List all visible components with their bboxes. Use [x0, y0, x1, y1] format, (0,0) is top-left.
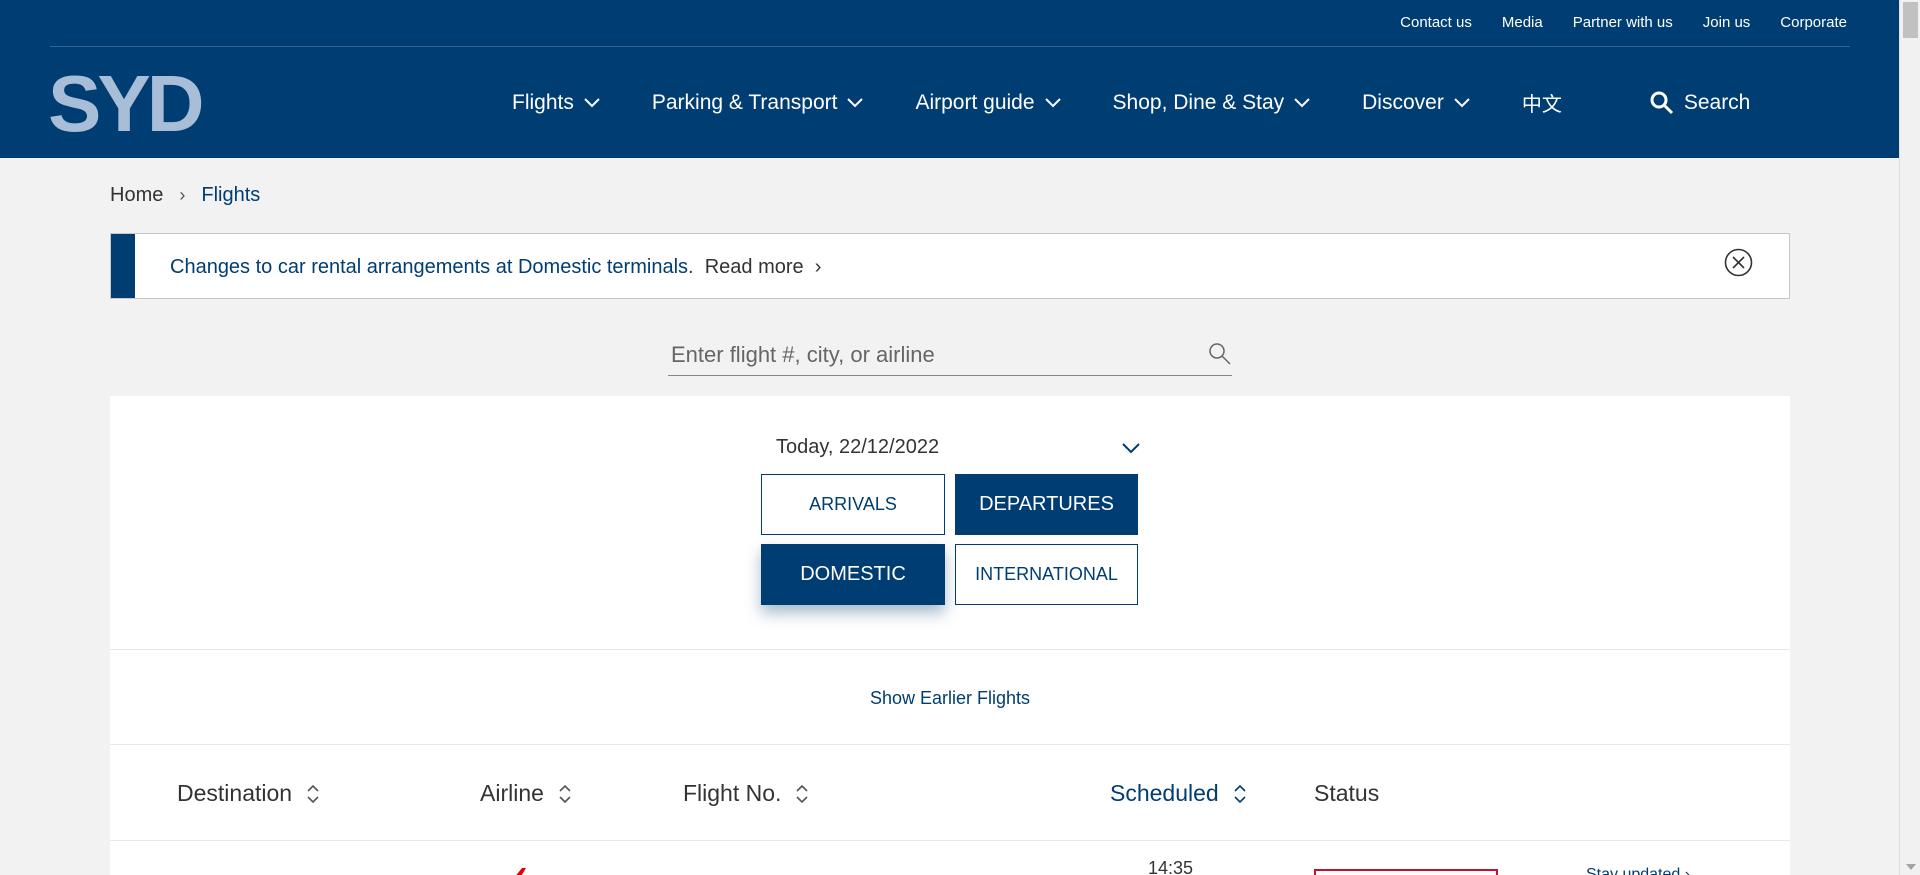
column-airline[interactable]: Airline: [480, 780, 572, 807]
alert-read-more-link[interactable]: Read more ›: [699, 256, 822, 278]
column-flight-no[interactable]: Flight No.: [683, 780, 809, 807]
chevron-down-icon: [584, 97, 600, 107]
scheduled-time: 14:35: [1148, 858, 1194, 875]
chevron-right-icon: ›: [1684, 866, 1691, 875]
flight-search-input[interactable]: [668, 336, 1168, 374]
search-icon[interactable]: [1208, 342, 1232, 366]
breadcrumb-current: Flights: [201, 184, 261, 206]
util-link-join[interactable]: Join us: [1703, 14, 1751, 31]
scrollbar-thumb[interactable]: [1903, 2, 1918, 38]
column-destination[interactable]: Destination: [177, 780, 320, 807]
stay-updated-link[interactable]: Stay updated ›: [1586, 866, 1690, 875]
alert-banner: Changes to car rental arrangements at Do…: [110, 233, 1790, 299]
chevron-right-icon: ›: [814, 256, 822, 278]
nav-label: Flights: [512, 90, 574, 114]
header-search-button[interactable]: Search: [1650, 90, 1751, 115]
chevron-down-icon: [1044, 97, 1061, 107]
panel-divider: [110, 744, 1790, 745]
domestic-toggle[interactable]: DOMESTIC: [761, 544, 945, 605]
nav-item-parking-transport[interactable]: Parking & Transport: [652, 91, 864, 115]
departures-toggle[interactable]: DEPARTURES: [955, 474, 1138, 535]
util-link-partner[interactable]: Partner with us: [1573, 14, 1673, 31]
column-label: Scheduled: [1110, 780, 1219, 806]
language-switch[interactable]: 中文: [1522, 88, 1562, 117]
nav-label: Shop, Dine & Stay: [1112, 90, 1285, 114]
date-select-value: Today, 22/12/2022: [776, 436, 940, 458]
flight-search-field: [668, 336, 1232, 376]
show-earlier-flights-link[interactable]: Show Earlier Flights: [110, 688, 1790, 709]
alert-text: Changes to car rental arrangements at Do…: [170, 256, 694, 278]
chevron-right-icon: ›: [179, 185, 186, 205]
scroll-down-arrow-icon[interactable]: [1906, 864, 1916, 870]
table-header-divider: [110, 840, 1790, 841]
utility-nav: Contact us Media Partner with us Join us…: [1400, 14, 1847, 31]
arrivals-toggle[interactable]: ARRIVALS: [761, 474, 945, 535]
search-icon: [1650, 91, 1673, 114]
column-status: Status: [1314, 780, 1379, 807]
column-label: Airline: [480, 780, 544, 806]
nav-item-airport-guide[interactable]: Airport guide: [915, 90, 1061, 115]
sort-icon: [796, 784, 809, 803]
close-icon[interactable]: [1724, 248, 1753, 277]
status-badge: [1314, 869, 1498, 875]
date-select[interactable]: Today, 22/12/2022: [776, 436, 1140, 466]
alert-accent-bar: [111, 234, 135, 298]
column-label: Status: [1314, 780, 1380, 806]
nav-item-discover[interactable]: Discover: [1362, 91, 1470, 115]
nav-label: Discover: [1362, 90, 1444, 114]
read-more-label: Read more: [704, 256, 804, 278]
flights-panel: Today, 22/12/2022 ARRIVALS DEPARTURES DO…: [110, 396, 1790, 875]
nav-label: Parking & Transport: [651, 90, 838, 114]
nav-label: Airport guide: [915, 90, 1035, 114]
column-label: Destination: [177, 780, 293, 806]
panel-divider: [110, 649, 1790, 650]
stay-updated-label: Stay updated: [1586, 866, 1681, 875]
chevron-down-icon: [1454, 97, 1470, 107]
util-link-contact[interactable]: Contact us: [1400, 14, 1472, 31]
sort-icon: [559, 784, 571, 803]
search-label: Search: [1683, 90, 1751, 114]
sort-icon: [307, 784, 319, 803]
alert-message: Changes to car rental arrangements at Do…: [170, 256, 821, 279]
main-nav: Flights Parking & Transport Airport guid…: [512, 88, 1750, 117]
nav-item-shop-dine-stay[interactable]: Shop, Dine & Stay: [1113, 91, 1311, 115]
chevron-down-icon: [1294, 97, 1310, 107]
nav-item-flights[interactable]: Flights: [512, 91, 600, 115]
column-scheduled[interactable]: Scheduled: [1110, 780, 1247, 807]
flights-table-header: Destination Airline Flight No. Scheduled…: [110, 780, 1790, 820]
column-label: Flight No.: [683, 780, 782, 806]
airline-logo-icon: [516, 868, 526, 875]
breadcrumb-home[interactable]: Home: [110, 184, 163, 207]
chevron-down-icon: [1122, 443, 1140, 454]
util-link-corporate[interactable]: Corporate: [1780, 14, 1847, 31]
site-header: Contact us Media Partner with us Join us…: [0, 0, 1899, 158]
page-scrollbar[interactable]: [1899, 0, 1920, 875]
header-divider: [50, 46, 1850, 47]
international-toggle[interactable]: INTERNATIONAL: [955, 544, 1138, 605]
sort-icon: [1234, 784, 1246, 803]
syd-logo[interactable]: SYD: [48, 64, 204, 144]
breadcrumb: Home › Flights: [110, 184, 260, 207]
chevron-down-icon: [847, 97, 864, 107]
util-link-media[interactable]: Media: [1502, 14, 1543, 31]
